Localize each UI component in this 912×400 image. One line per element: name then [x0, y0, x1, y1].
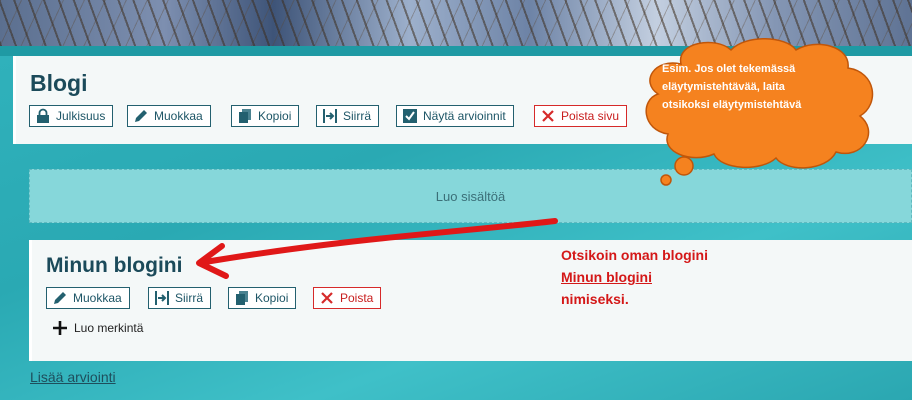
privacy-button-label: Julkisuus	[56, 109, 106, 123]
copy-icon	[237, 108, 253, 124]
annotation-line-1: Otsikoin oman blogini	[561, 247, 708, 263]
blog-move-button-label: Siirrä	[175, 291, 204, 305]
move-button-label: Siirrä	[343, 109, 372, 123]
edit-button-label: Muokkaa	[154, 109, 203, 123]
move-button[interactable]: Siirrä	[316, 105, 380, 127]
blog-edit-button[interactable]: Muokkaa	[46, 287, 130, 309]
bubble-line-3: otsikoksi eläytymistehtävä	[662, 99, 802, 111]
close-icon	[540, 108, 556, 124]
blog-edit-button-label: Muokkaa	[73, 291, 122, 305]
create-content-label: Luo sisältöä	[435, 188, 506, 204]
annotation-text: Otsikoin oman blogini Minun blogini nimi…	[561, 244, 708, 310]
bubble-line-1: Esim. Jos olet tekemässä	[662, 63, 796, 75]
blog-delete-button-label: Poista	[340, 291, 374, 305]
annotation-line-2: Minun blogini	[561, 269, 652, 285]
annotation-line-3: nimiseksi.	[561, 291, 629, 307]
create-entry-label: Luo merkintä	[74, 321, 144, 335]
show-ratings-button-label: Näytä arvioinnit	[423, 109, 506, 123]
pencil-icon	[52, 290, 68, 306]
blog-delete-button[interactable]: Poista	[313, 287, 382, 309]
edit-button[interactable]: Muokkaa	[127, 105, 211, 127]
create-entry-button[interactable]: Luo merkintä	[52, 320, 143, 336]
plus-icon	[52, 320, 68, 336]
move-icon	[322, 108, 338, 124]
add-rating-link[interactable]: Lisää arviointi	[30, 369, 116, 385]
checkbox-icon	[402, 108, 418, 124]
move-icon	[154, 290, 170, 306]
blog-copy-button[interactable]: Kopioi	[228, 287, 297, 309]
pencil-icon	[133, 108, 149, 124]
copy-icon	[234, 290, 250, 306]
bubble-line-2: eläytymistehtävää, laita	[662, 81, 785, 93]
close-icon	[319, 290, 335, 306]
delete-page-button-label: Poista sivu	[561, 109, 620, 123]
show-ratings-button[interactable]: Näytä arvioinnit	[396, 105, 514, 127]
delete-page-button[interactable]: Poista sivu	[534, 105, 628, 127]
copy-button[interactable]: Kopioi	[231, 105, 300, 127]
copy-button-label: Kopioi	[258, 109, 292, 123]
blog-title: Minun blogini	[46, 254, 183, 277]
blog-move-button[interactable]: Siirrä	[148, 287, 212, 309]
page-title: Blogi	[30, 70, 88, 96]
lock-icon	[35, 108, 51, 124]
thought-bubble-text: Esim. Jos olet tekemässä eläytymistehtäv…	[662, 60, 862, 114]
blog-copy-button-label: Kopioi	[255, 291, 289, 305]
privacy-button[interactable]: Julkisuus	[29, 105, 114, 127]
